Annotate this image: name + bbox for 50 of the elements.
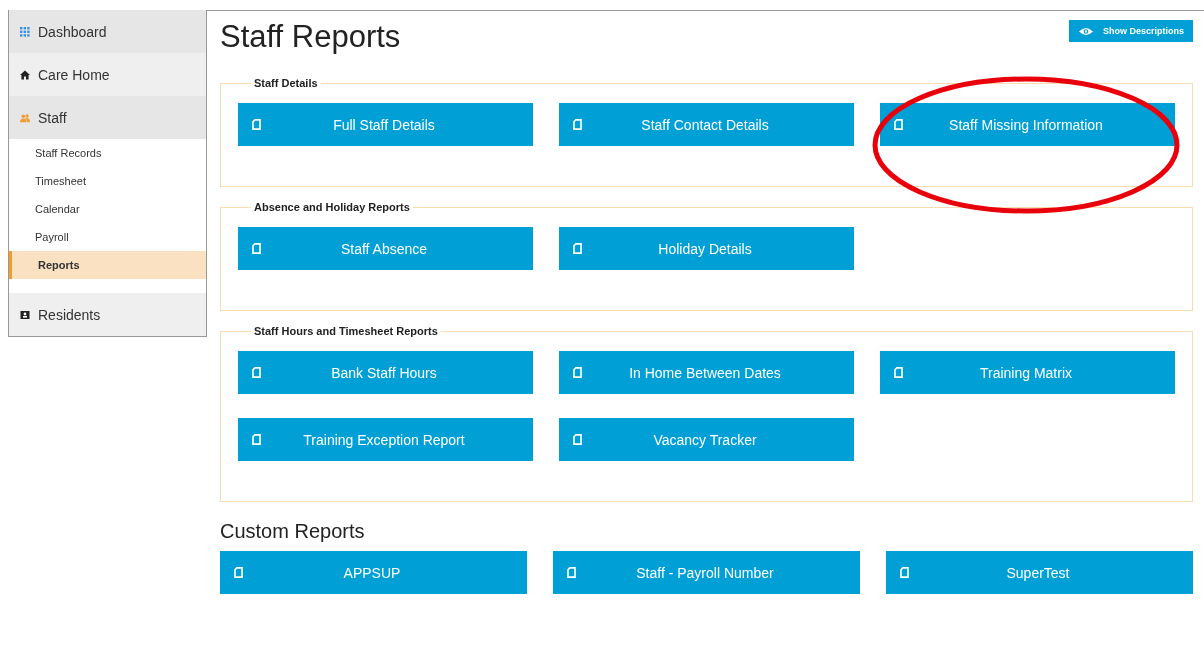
group-legend: Staff Hours and Timesheet Reports (251, 325, 441, 337)
document-icon (252, 119, 261, 130)
sidebar-label: Dashboard (38, 23, 107, 40)
sidebar-item[interactable]: Staff (9, 96, 206, 139)
group-legend: Absence and Holiday Reports (251, 201, 413, 213)
submenu-item[interactable]: Payroll (9, 223, 206, 251)
sidebar-item[interactable]: Dashboard (9, 10, 206, 53)
document-icon (573, 243, 582, 254)
document-icon (252, 243, 261, 254)
sidebar-item[interactable]: Care Home (9, 53, 206, 96)
report-button[interactable]: Training Matrix (880, 351, 1175, 394)
report-button[interactable]: Staff Missing Information (880, 103, 1175, 146)
document-icon (573, 119, 582, 130)
document-icon (573, 367, 582, 378)
contact-card-icon (20, 309, 30, 320)
sidebar-label: Staff (38, 109, 67, 126)
sidebar-label: Care Home (38, 66, 110, 83)
grid-icon (20, 26, 30, 37)
submenu-item[interactable]: Staff Records (9, 139, 206, 167)
report-button[interactable]: Training Exception Report (238, 418, 533, 461)
page-title: Staff Reports (220, 19, 401, 55)
submenu-item[interactable]: Reports (9, 251, 206, 279)
document-icon (894, 367, 903, 378)
report-button[interactable]: In Home Between Dates (559, 351, 854, 394)
people-icon (20, 112, 30, 123)
document-icon (894, 119, 903, 130)
document-icon (900, 567, 909, 578)
sidebar-label: Residents (38, 306, 101, 323)
report-button[interactable]: Staff - Payroll Number (553, 551, 860, 594)
report-button[interactable]: APPSUP (220, 551, 527, 594)
eye-icon (1079, 26, 1093, 36)
group-legend: Staff Details (251, 77, 321, 89)
report-button[interactable]: Staff Contact Details (559, 103, 854, 146)
report-button[interactable]: Holiday Details (559, 227, 854, 270)
report-button[interactable]: Staff Absence (238, 227, 533, 270)
section-heading: Custom Reports (220, 520, 366, 543)
document-icon (252, 434, 261, 445)
submenu-item[interactable]: Timesheet (9, 167, 206, 195)
document-icon (234, 567, 243, 578)
report-button[interactable]: Full Staff Details (238, 103, 533, 146)
document-icon (567, 567, 576, 578)
report-button[interactable]: Bank Staff Hours (238, 351, 533, 394)
report-button[interactable]: SuperTest (886, 551, 1193, 594)
show-descriptions-button[interactable]: Show Descriptions (1069, 20, 1193, 42)
sidebar-item[interactable]: Residents (9, 293, 206, 336)
document-icon (573, 434, 582, 445)
document-icon (252, 367, 261, 378)
report-button[interactable]: Vacancy Tracker (559, 418, 854, 461)
submenu-item[interactable]: Calendar (9, 195, 206, 223)
home-icon (20, 69, 30, 80)
